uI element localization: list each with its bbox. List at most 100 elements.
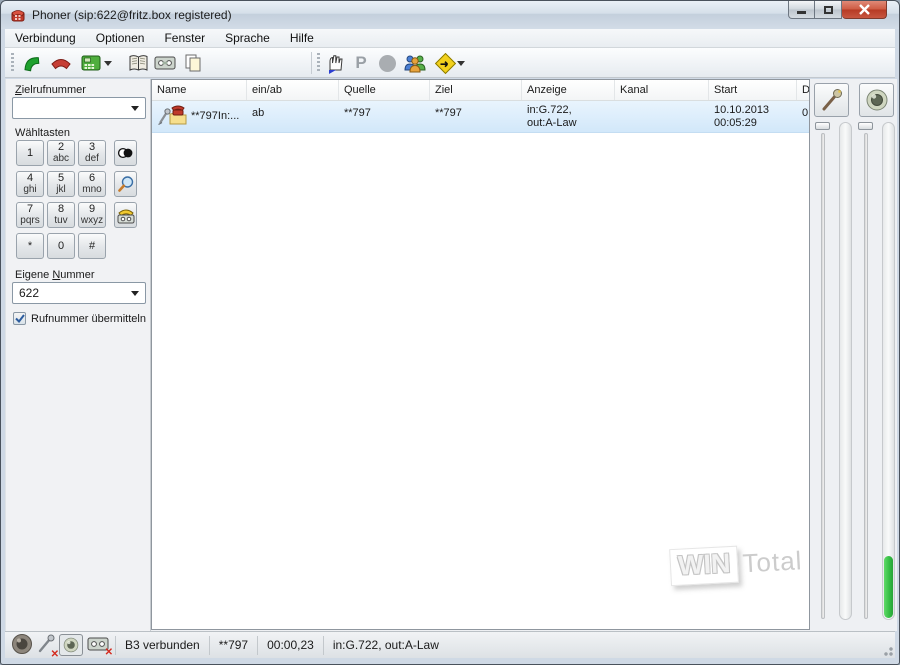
phoner-app-icon (11, 10, 25, 22)
phonebook-button[interactable] (126, 51, 150, 75)
key-9[interactable]: 9 wxyz (78, 202, 106, 228)
handset-status-button[interactable] (11, 633, 33, 658)
key-2[interactable]: 2 abc (47, 140, 75, 166)
record-icon (378, 54, 396, 72)
call-list[interactable]: Name ein/ab Quelle Ziel Anzeige Kanal St… (151, 79, 810, 630)
col-ziel[interactable]: Ziel (430, 80, 522, 100)
menu-hilfe[interactable]: Hilfe (280, 30, 324, 46)
maximize-button[interactable] (815, 1, 842, 19)
key-8[interactable]: 8 tuv (47, 202, 75, 228)
col-kanal[interactable]: Kanal (615, 80, 709, 100)
call-list-header: Name ein/ab Quelle Ziel Anzeige Kanal St… (152, 80, 809, 101)
close-icon (858, 4, 870, 15)
title-bar[interactable]: Phoner (sip:622@fritz.box registered) (1, 1, 899, 29)
forward-dropdown-icon[interactable] (456, 60, 465, 66)
close-button[interactable] (842, 1, 887, 19)
keypad-device-icon (81, 55, 100, 71)
dialpad-label: Wähltasten (15, 127, 71, 139)
col-quelle[interactable]: Quelle (339, 80, 430, 100)
answering-machine-button[interactable] (114, 202, 137, 228)
status-connection: B3 verbunden (115, 635, 209, 655)
dial-button[interactable] (19, 51, 43, 75)
menu-sprache[interactable]: Sprache (215, 30, 280, 46)
menu-optionen[interactable]: Optionen (86, 30, 155, 46)
col-name[interactable]: Name (152, 80, 247, 100)
microphone-mute-button[interactable] (814, 83, 849, 117)
mic-volume-slider[interactable] (815, 122, 830, 130)
dial-sidebar: Zielrufnummer Wähltasten 1 2 abc 3 def 4 gh… (5, 79, 151, 631)
copy-button[interactable] (181, 51, 205, 75)
key-star[interactable]: * (16, 233, 44, 259)
search-button[interactable] (114, 171, 137, 197)
key-hash[interactable]: # (78, 233, 106, 259)
hold-hand-icon (329, 54, 343, 74)
status-bar: ✕ ✕ B3 verbunden **797 00:00,23 in:G.722… (5, 631, 895, 660)
dial-device-button[interactable] (79, 51, 113, 75)
speaker-mute-button[interactable] (859, 83, 894, 117)
menu-verbindung[interactable]: Verbindung (5, 30, 86, 46)
status-duration: 00:00,23 (257, 635, 323, 655)
park-button[interactable]: P (349, 51, 373, 75)
target-number-combobox[interactable] (12, 97, 146, 119)
key-1[interactable]: 1 (16, 140, 44, 166)
key-5[interactable]: 5 jkl (47, 171, 75, 197)
recorder-button[interactable] (153, 51, 177, 75)
copy-pages-icon (185, 54, 201, 72)
row-kanal (615, 101, 709, 132)
redial-button[interactable] (114, 140, 137, 166)
recording-off-x-icon: ✕ (104, 646, 113, 658)
row-quelle: **797 (344, 107, 371, 119)
conference-button[interactable] (403, 51, 427, 75)
row-einab: ab (252, 107, 265, 119)
check-icon (14, 314, 25, 323)
col-dauer[interactable]: D (797, 80, 809, 100)
red-phone-icon (51, 59, 71, 70)
minimize-icon (797, 11, 806, 14)
speaker-volume-track[interactable] (864, 133, 868, 619)
record-button[interactable] (375, 51, 399, 75)
toolbar-separator (311, 52, 312, 74)
recording-off-status[interactable]: ✕ (87, 636, 113, 658)
watermark-win: WIN (669, 545, 740, 587)
col-anzeige[interactable]: Anzeige (522, 80, 615, 100)
own-number-combobox[interactable]: 622 (12, 282, 146, 304)
speaker-level-meter (882, 122, 895, 620)
key-7[interactable]: 7 pqrs (16, 202, 44, 228)
target-number-label: Zielrufnummer (15, 84, 86, 96)
speaker-level-fill (884, 556, 893, 618)
volume-panel (812, 79, 897, 631)
mic-muted-status[interactable]: ✕ (37, 634, 59, 660)
hangup-button[interactable] (49, 51, 73, 75)
muted-x-icon: ✕ (50, 648, 59, 660)
key-6[interactable]: 6 mno (78, 171, 106, 197)
search-icon (117, 176, 133, 192)
hold-button[interactable] (323, 51, 347, 75)
row-dauer: 0 (802, 107, 809, 119)
table-row[interactable]: **797In:... ab **797 **797 in:G.722, out… (152, 101, 809, 133)
dial-device-dropdown-icon[interactable] (103, 60, 112, 66)
resize-grip[interactable] (881, 644, 893, 656)
address-book-icon (129, 55, 147, 71)
menu-bar: Verbindung Optionen Fenster Sprache Hilf… (5, 29, 895, 48)
microphone-icon (822, 89, 842, 111)
col-einab[interactable]: ein/ab (247, 80, 339, 100)
cassette-icon (154, 56, 176, 70)
key-4[interactable]: 4 ghi (16, 171, 44, 197)
window-title: Phoner (sip:622@fritz.box registered) (32, 8, 232, 22)
toolbar-grip-2[interactable] (317, 53, 320, 73)
own-number-dropdown-icon[interactable] (131, 290, 139, 296)
minimize-button[interactable] (788, 1, 815, 19)
forward-button[interactable] (433, 51, 469, 75)
green-phone-icon (24, 57, 40, 72)
clip-checkbox[interactable] (13, 312, 26, 325)
redial-icon (117, 147, 133, 159)
target-number-dropdown-icon[interactable] (131, 105, 139, 111)
key-3[interactable]: 3 def (78, 140, 106, 166)
toolbar-grip[interactable] (11, 53, 14, 73)
key-0[interactable]: 0 (47, 233, 75, 259)
menu-fenster[interactable]: Fenster (154, 30, 215, 46)
speaker-active-status[interactable] (59, 634, 83, 656)
speaker-volume-slider[interactable] (858, 122, 873, 130)
mic-volume-track[interactable] (821, 133, 825, 619)
col-start[interactable]: Start (709, 80, 797, 100)
